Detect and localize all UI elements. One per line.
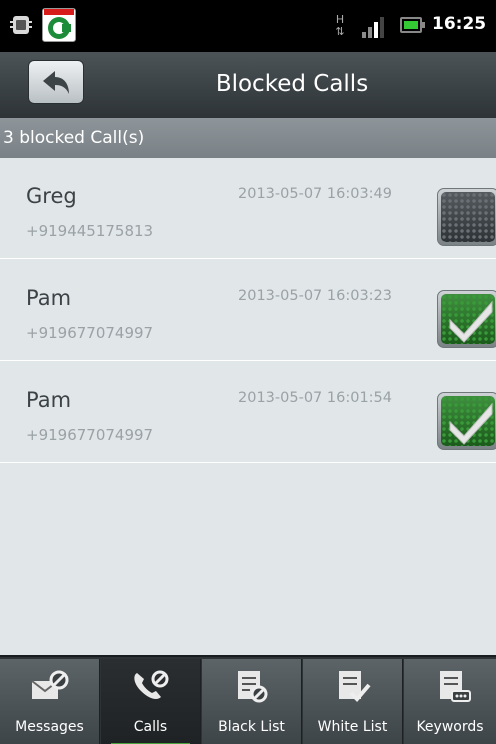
blocked-count-label: 3 blocked Call(s) (0, 118, 496, 158)
tab-label: White List (317, 719, 388, 735)
tab-messages[interactable]: Messages (0, 659, 100, 744)
title-bar: Blocked Calls (0, 52, 496, 118)
keywords-icon (440, 671, 471, 702)
back-arrow-icon (43, 71, 69, 94)
tab-label: Black List (218, 719, 285, 735)
tab-keywords[interactable]: Keywords (404, 659, 496, 744)
list-item[interactable]: Greg +919445175813 2013-05-07 16:03:49 (0, 158, 496, 259)
tab-white-list[interactable]: White List (303, 659, 403, 744)
checkmark-icon (441, 294, 495, 344)
signal-icon (362, 16, 388, 38)
message-block-icon (31, 670, 69, 699)
caller-name: Pam (26, 388, 72, 412)
tab-label: Messages (15, 719, 84, 735)
caller-number: +919677074997 (26, 324, 154, 342)
status-time: 16:25 (432, 14, 487, 34)
select-checkbox[interactable] (437, 290, 496, 348)
android-debug-icon (10, 16, 32, 34)
checkbox-unchecked-icon (441, 192, 495, 242)
select-checkbox[interactable] (437, 392, 496, 450)
bottom-tab-bar: Messages Calls Black List White List Key… (0, 655, 496, 744)
tab-black-list[interactable]: Black List (202, 659, 302, 744)
list-item[interactable]: Pam +919677074997 2013-05-07 16:01:54 (0, 362, 496, 463)
caller-name: Pam (26, 286, 72, 310)
black-list-icon (238, 671, 268, 703)
caller-name: Greg (26, 184, 77, 208)
call-timestamp: 2013-05-07 16:03:23 (238, 288, 392, 304)
phone-block-icon (134, 670, 169, 699)
network-h-icon: H ⇅ (335, 13, 345, 38)
call-timestamp: 2013-05-07 16:03:49 (238, 186, 392, 202)
caller-number: +919677074997 (26, 426, 154, 444)
caller-number: +919445175813 (26, 222, 154, 240)
blocked-calls-list: Greg +919445175813 2013-05-07 16:03:49 P… (0, 158, 496, 655)
call-timestamp: 2013-05-07 16:01:54 (238, 390, 392, 406)
white-list-icon (339, 671, 371, 702)
back-button[interactable] (28, 60, 84, 104)
comodo-app-icon (42, 8, 76, 42)
list-item[interactable]: Pam +919677074997 2013-05-07 16:03:23 (0, 260, 496, 361)
tab-label: Keywords (416, 719, 484, 735)
battery-icon (400, 17, 425, 33)
checkmark-icon (441, 396, 495, 446)
select-checkbox[interactable] (437, 188, 496, 246)
tab-calls[interactable]: Calls (101, 659, 201, 744)
tab-label: Calls (133, 719, 168, 735)
status-bar: H ⇅ 16:25 (0, 0, 496, 52)
